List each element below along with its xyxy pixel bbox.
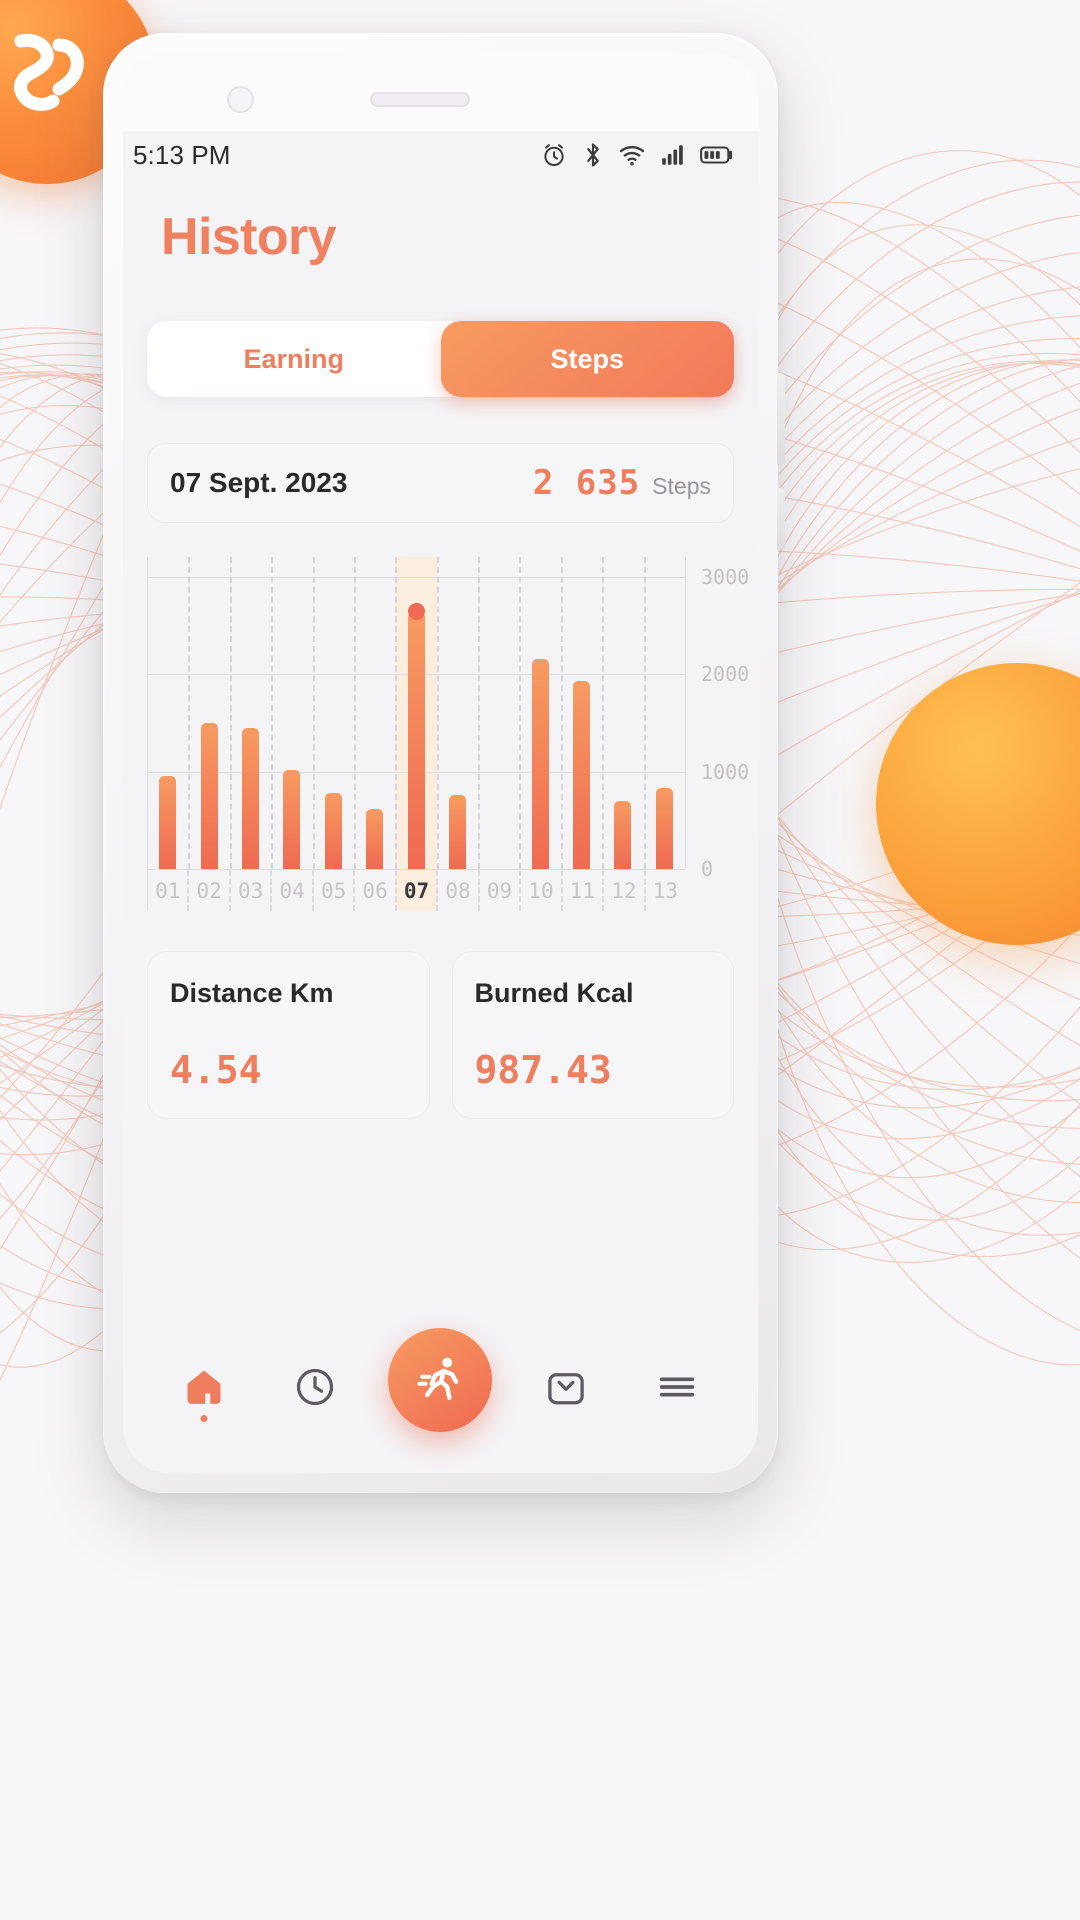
chart-x-tick-label[interactable]: 09 — [477, 870, 519, 911]
chart-y-tick-label: 0 — [701, 857, 714, 881]
stat-card-row: Distance Km 4.54 Burned Kcal 987.43 — [147, 951, 734, 1119]
chart-bar — [283, 769, 301, 869]
home-icon — [187, 1370, 221, 1404]
chart-bar-slot[interactable] — [395, 557, 436, 869]
chart-x-tick-label[interactable]: 05 — [311, 870, 353, 911]
summary-steps-unit: Steps — [652, 473, 711, 499]
chart-bar-slot[interactable] — [188, 557, 229, 869]
chart-bar — [573, 680, 591, 869]
page-title: History — [161, 208, 337, 266]
chart-x-tick-label[interactable]: 03 — [228, 870, 270, 911]
nav-item-menu[interactable] — [640, 1350, 714, 1424]
cellular-signal-icon — [662, 145, 683, 165]
chart-x-tick-label[interactable]: 02 — [187, 870, 228, 911]
nav-active-indicator — [200, 1415, 208, 1422]
power-button[interactable] — [777, 488, 785, 550]
chart-y-tick-label: 2000 — [701, 662, 750, 686]
phone-frame: 5:13 PM History Earning Steps 07 Sept. 2… — [103, 33, 785, 1493]
chart-bar-slot[interactable] — [602, 557, 643, 869]
stat-value-distance: 4.54 — [170, 1048, 262, 1092]
day-summary-card[interactable]: 07 Sept. 2023 2 635 Steps — [147, 443, 734, 523]
chart-bar — [159, 776, 177, 869]
chart-x-tick-label[interactable]: 06 — [353, 870, 394, 911]
bag-icon — [548, 1373, 584, 1405]
chart-selected-point-marker — [407, 603, 425, 621]
chart-bar-slot[interactable] — [437, 557, 478, 869]
steps-bar-chart: 01 02 03 04 05 06 07 08 09 10 11 12 13 3000 2000 1000 0 — [147, 557, 749, 911]
history-tab-switcher: Earning Steps — [147, 321, 734, 397]
chart-x-tick-label[interactable]: 11 — [560, 870, 602, 911]
status-bar-icons — [540, 141, 734, 169]
nav-item-start-run[interactable] — [388, 1328, 493, 1432]
chart-x-axis: 01 02 03 04 05 06 07 08 09 10 11 12 13 — [147, 869, 685, 911]
summary-steps-group: 2 635 Steps — [533, 463, 711, 503]
chart-x-tick-label[interactable]: 10 — [519, 870, 560, 911]
chart-bar-slot[interactable] — [561, 557, 602, 869]
summary-date: 07 Sept. 2023 — [170, 467, 348, 498]
chart-bars — [147, 557, 685, 869]
chart-x-tick-label[interactable]: 01 — [147, 870, 187, 911]
chart-bar-slot[interactable] — [478, 557, 519, 869]
status-bar-time: 5:13 PM — [133, 139, 231, 170]
chart-bar-slot[interactable] — [354, 557, 395, 869]
running-icon — [417, 1357, 459, 1400]
chart-bar — [407, 612, 425, 869]
chart-plot-area[interactable] — [147, 557, 686, 870]
battery-icon — [700, 146, 733, 164]
tab-earning[interactable]: Earning — [147, 321, 441, 397]
chart-bar-slot[interactable] — [520, 557, 561, 869]
summary-steps-value: 2 635 — [532, 463, 641, 503]
chart-y-axis: 3000 2000 1000 0 — [685, 557, 749, 882]
tab-steps[interactable]: Steps — [440, 321, 734, 397]
notch-bar — [123, 53, 758, 131]
chart-bar — [531, 659, 549, 869]
logo-glyph-icon — [14, 33, 84, 111]
bluetooth-icon — [587, 143, 599, 167]
chart-bar-slot[interactable] — [313, 557, 354, 869]
chart-y-tick-label: 1000 — [701, 759, 750, 784]
chart-bar — [655, 788, 673, 869]
chart-bar-slot[interactable] — [147, 557, 188, 869]
stat-value-calories: 987.43 — [474, 1048, 612, 1092]
chart-bar — [448, 794, 466, 869]
chart-x-tick-label[interactable]: 12 — [602, 870, 643, 911]
chart-bar — [324, 792, 342, 869]
volume-button[interactable] — [777, 373, 785, 465]
stat-label-calories: Burned Kcal — [474, 978, 634, 1008]
chart-x-tick-label[interactable]: 08 — [436, 870, 477, 911]
chart-bar — [200, 722, 218, 869]
chart-x-tick-label[interactable]: 04 — [270, 870, 311, 911]
alarm-icon — [544, 144, 564, 167]
main-content: History Earning Steps 07 Sept. 2023 2 63… — [123, 207, 758, 1119]
bottom-navigation-bar — [123, 1323, 758, 1473]
stat-card-calories[interactable]: Burned Kcal 987.43 — [451, 951, 734, 1119]
nav-item-home[interactable] — [167, 1350, 241, 1424]
front-camera-icon — [227, 86, 254, 113]
menu-icon — [659, 1377, 694, 1397]
chart-y-tick-label: 3000 — [701, 564, 750, 589]
stat-card-distance[interactable]: Distance Km 4.54 — [147, 951, 430, 1119]
chart-gridline — [147, 869, 685, 870]
status-bar: 5:13 PM — [123, 131, 758, 179]
chart-x-tick-label[interactable]: 13 — [643, 870, 685, 911]
chart-bar-slot[interactable] — [230, 557, 271, 869]
nav-item-history[interactable] — [278, 1350, 352, 1424]
chart-bar — [366, 808, 384, 869]
clock-icon — [296, 1368, 334, 1406]
phone-screen: 5:13 PM History Earning Steps 07 Sept. 2… — [123, 53, 758, 1473]
earpiece-speaker — [370, 92, 470, 107]
nav-item-shop[interactable] — [529, 1350, 603, 1424]
chart-bar — [614, 800, 632, 869]
chart-x-tick-label[interactable]: 07 — [394, 870, 437, 911]
wifi-icon — [619, 146, 645, 166]
chart-bar-slot[interactable] — [644, 557, 685, 869]
chart-bar-slot[interactable] — [271, 557, 312, 869]
chart-bar — [241, 727, 259, 869]
stat-label-distance: Distance Km — [170, 978, 334, 1008]
